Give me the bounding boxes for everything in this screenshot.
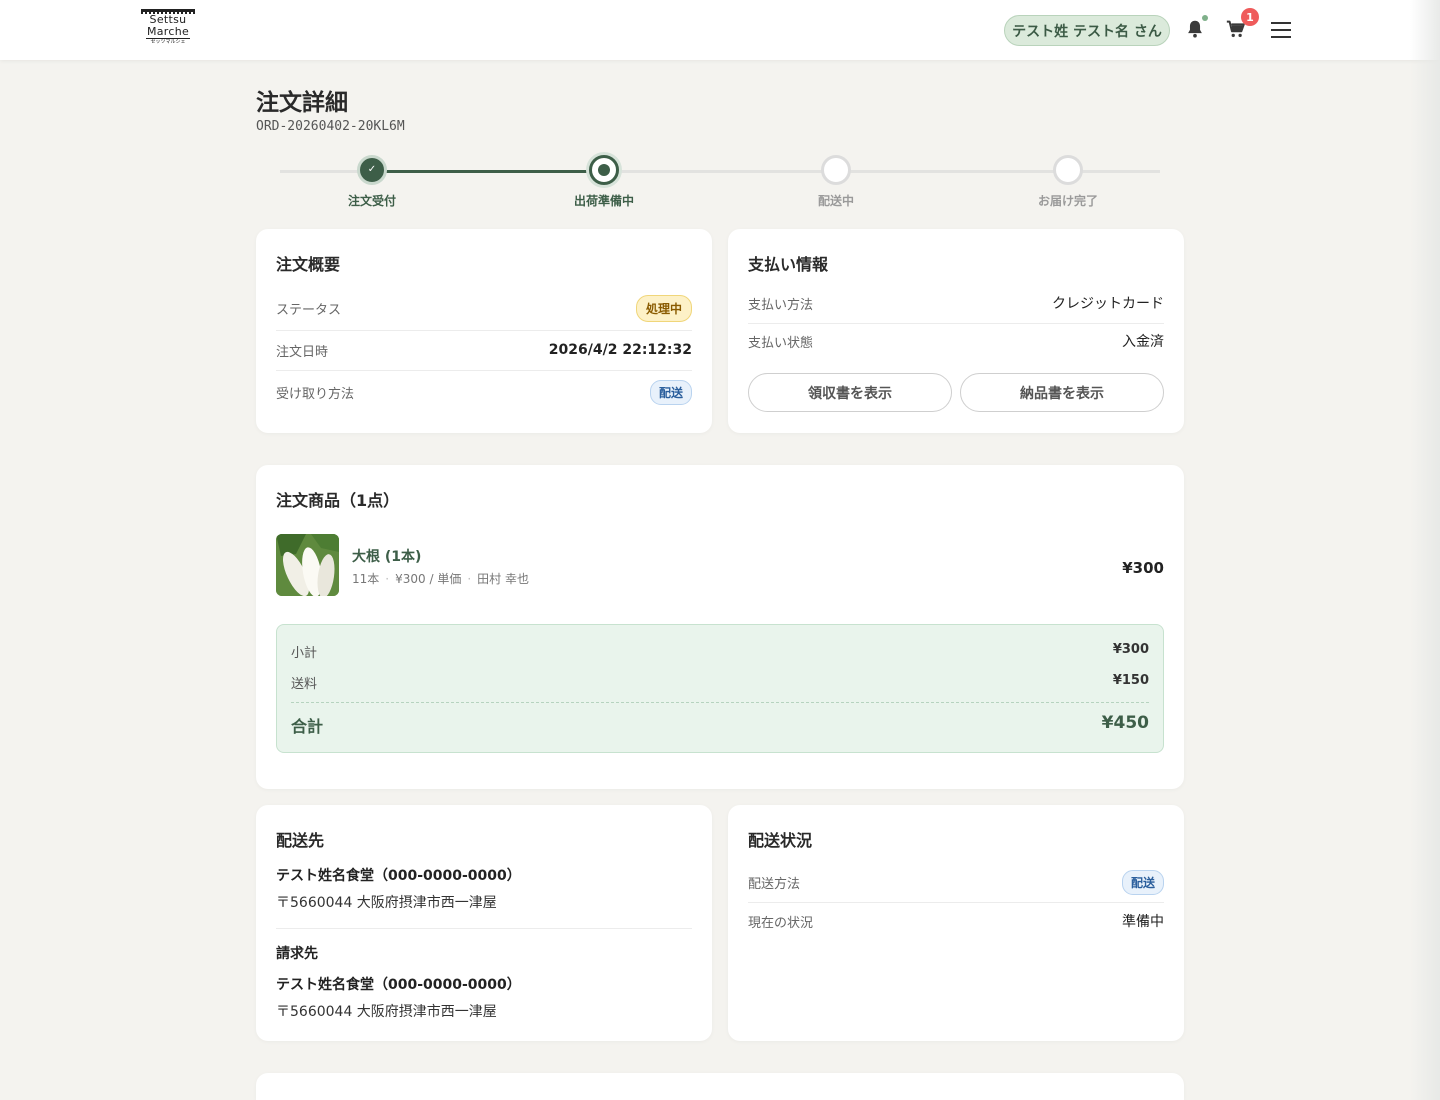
product-image[interactable] — [276, 534, 339, 596]
order-date-row: 注文日時 2026/4/2 22:12:32 — [276, 340, 692, 360]
delivery-method-label: 配送方法 — [748, 876, 801, 892]
scroll-edge-shadow — [1410, 0, 1440, 1100]
order-progress-stepper: ✓ 注文受付 出荷準備中 配送中 お届け完了 — [256, 150, 1184, 214]
shipping-fee-row: 送料 ¥150 — [291, 673, 1149, 692]
subtotal-value: ¥300 — [1112, 642, 1149, 657]
shipping-name: テスト姓名食堂（000-0000-0000） — [276, 868, 521, 884]
order-date-label: 注文日時 — [276, 344, 329, 360]
total-label: 合計 — [291, 717, 324, 736]
step-shipping: 配送中 — [756, 155, 916, 209]
billing-name: テスト姓名食堂（000-0000-0000） — [276, 977, 521, 993]
order-number: ORD-20260402-20KL6M — [256, 119, 405, 134]
shipping-fee-label: 送料 — [291, 677, 318, 692]
payment-info-card: 支払い情報 支払い方法 クレジットカード 支払い状態 入金済 領収書を表示 納品… — [728, 229, 1184, 433]
divider — [276, 330, 692, 331]
receive-method-badge: 配送 — [649, 379, 692, 405]
shipping-address: 〒5660044 大阪府摂津市西一津屋 — [276, 895, 497, 911]
step-label: 出荷準備中 — [573, 194, 634, 208]
status-badge: 処理中 — [635, 294, 692, 322]
delivery-method-badge: 配送 — [1121, 869, 1164, 895]
product-producer: 田村 幸也 — [477, 572, 529, 586]
price-summary: 小計 ¥300 送料 ¥150 合計 ¥450 — [276, 624, 1164, 753]
logo-text-2: Marche — [146, 25, 190, 38]
divider — [748, 323, 1164, 324]
hamburger-menu-icon — [1271, 22, 1291, 38]
hamburger-menu-button[interactable] — [1269, 18, 1293, 42]
view-receipt-button[interactable]: 領収書を表示 — [748, 373, 952, 412]
card-title: 注文概要 — [276, 255, 341, 274]
current-step-icon — [589, 155, 619, 185]
product-price: ¥300 — [1122, 559, 1164, 577]
user-greeting: テスト姓 テスト名 さん — [1012, 23, 1162, 40]
daikon-image-icon — [276, 534, 339, 596]
delivery-status-row: 現在の状況 準備中 — [748, 911, 1164, 931]
receive-method-row: 受け取り方法 配送 — [276, 379, 692, 405]
billing-title: 請求先 — [276, 946, 318, 962]
divider — [276, 928, 692, 929]
payment-method-label: 支払い方法 — [748, 297, 814, 313]
product-name-link[interactable]: 大根 (1本) — [352, 546, 421, 566]
dashed-divider — [291, 702, 1149, 703]
status-label: ステータス — [276, 302, 342, 318]
order-items-card: 注文商品（1点） 大根 (1本) 11本 · ¥300 / 単価 · 田村 幸也 ¥30… — [256, 465, 1184, 789]
delivery-method-row: 配送方法 配送 — [748, 869, 1164, 895]
pending-step-icon — [821, 155, 851, 185]
product-meta: 11本 · ¥300 / 単価 · 田村 幸也 — [352, 570, 529, 587]
view-invoice-button[interactable]: 納品書を表示 — [960, 373, 1164, 412]
shipping-address-card: 配送先 テスト姓名食堂（000-0000-0000） 〒5660044 大阪府摂… — [256, 805, 712, 1041]
pending-step-icon — [1053, 155, 1083, 185]
logo-text-3: セッツマルシェ — [146, 38, 190, 46]
product-unit-price: ¥300 / 単価 — [395, 572, 462, 586]
separator-dot: · — [385, 572, 390, 586]
card-title: 配送状況 — [748, 831, 813, 850]
total-value: ¥450 — [1101, 713, 1149, 733]
step-delivered: お届け完了 — [988, 155, 1148, 209]
status-row: ステータス 処理中 — [276, 294, 692, 322]
step-label: 配送中 — [817, 194, 854, 208]
notification-dot — [1202, 15, 1208, 21]
payment-state-value: 入金済 — [1122, 334, 1164, 350]
delivery-status-value: 準備中 — [1122, 914, 1164, 930]
site-logo[interactable]: Settsu Marche セッツマルシェ — [140, 9, 196, 49]
step-order-received: ✓ 注文受付 — [292, 155, 452, 209]
divider — [748, 902, 1164, 903]
card-title: 支払い情報 — [748, 255, 829, 274]
user-menu-button[interactable]: テスト姓 テスト名 さん — [1004, 15, 1170, 46]
step-label: 注文受付 — [347, 194, 396, 208]
order-summary-card: 注文概要 ステータス 処理中 注文日時 2026/4/2 22:12:32 受け… — [256, 229, 712, 433]
notifications-button[interactable] — [1184, 15, 1208, 42]
page-title: 注文詳細 — [256, 90, 348, 116]
order-date-value: 2026/4/2 22:12:32 — [548, 342, 692, 358]
card-title: 配送先 — [276, 831, 325, 850]
step-label: お届け完了 — [1037, 194, 1098, 208]
bell-icon — [1188, 20, 1202, 38]
billing-address: 〒5660044 大阪府摂津市西一津屋 — [276, 1004, 497, 1020]
total-row: 合計 ¥450 — [291, 713, 1149, 737]
actions-card — [256, 1073, 1184, 1100]
delivery-status-card: 配送状況 配送方法 配送 現在の状況 準備中 — [728, 805, 1184, 1041]
payment-state-row: 支払い状態 入金済 — [748, 331, 1164, 351]
check-icon: ✓ — [357, 155, 387, 185]
cart-button[interactable]: 1 — [1225, 8, 1259, 42]
payment-state-label: 支払い状態 — [748, 335, 814, 351]
payment-method-row: 支払い方法 クレジットカード — [748, 293, 1164, 313]
receive-method-label: 受け取り方法 — [276, 386, 355, 402]
top-header: Settsu Marche セッツマルシェ テスト姓 テスト名 さん 1 — [0, 0, 1440, 60]
cart-count-badge: 1 — [1241, 8, 1259, 26]
separator-dot: · — [467, 572, 472, 586]
delivery-status-label: 現在の状況 — [748, 915, 814, 931]
step-preparing: 出荷準備中 — [524, 155, 684, 209]
payment-method-value: クレジットカード — [1052, 296, 1164, 312]
shipping-fee-value: ¥150 — [1112, 673, 1149, 688]
product-quantity: 11本 — [352, 572, 380, 586]
card-title: 注文商品（1点） — [276, 491, 400, 510]
subtotal-row: 小計 ¥300 — [291, 642, 1149, 661]
subtotal-label: 小計 — [291, 646, 318, 661]
divider — [276, 370, 692, 371]
